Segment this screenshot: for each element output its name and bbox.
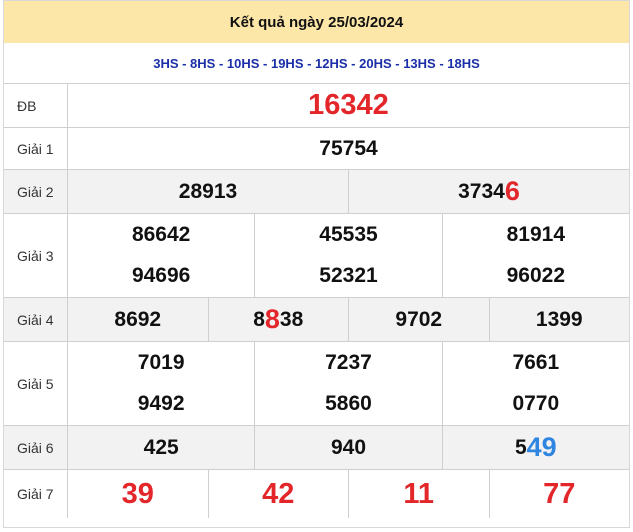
prize-number: 7661: [441, 342, 629, 384]
row-label: Giải 7: [4, 470, 68, 518]
number-rest: 38: [279, 307, 304, 331]
row-label: Giải 1: [4, 128, 68, 169]
number-highlight: 8: [264, 304, 280, 334]
row-prize-5: Giải 5 7019 7237 7661 9492 5860 0770: [4, 342, 629, 426]
row-prize-2: Giải 2 28913 3734 6: [4, 170, 629, 214]
station-codes: 3HS - 8HS - 10HS - 19HS - 12HS - 20HS - …: [4, 43, 629, 84]
prize-number: 940: [254, 426, 441, 469]
results-table: Kết quả ngày 25/03/2024 3HS - 8HS - 10HS…: [3, 0, 630, 528]
row-label: Giải 6: [4, 426, 68, 469]
prize-number: 8692: [114, 307, 162, 331]
special-prize-number: 16342: [308, 89, 389, 121]
prize-number: 42: [207, 470, 349, 518]
row-prize-6: Giải 6 425 940 5 49: [4, 426, 629, 470]
prize-number: 86642: [131, 222, 191, 246]
page-title: Kết quả ngày 25/03/2024: [4, 1, 629, 43]
prize-number: 45535: [254, 214, 441, 256]
row-label: Giải 3: [4, 214, 68, 297]
row-label: Giải 2: [4, 170, 68, 213]
prize-number: 77: [488, 470, 630, 518]
row-label: Giải 5: [4, 342, 68, 425]
row-prize-3: Giải 3 86642 45535 81914 94696 52321 960…: [4, 214, 629, 298]
row-label: ĐB: [4, 84, 68, 127]
prize-number: 5860: [254, 383, 441, 425]
row-special-prize: ĐB 16342: [4, 84, 629, 128]
prize-number: 9492: [137, 392, 185, 416]
number-main: 3734: [458, 179, 505, 203]
prize-number: 75754: [319, 136, 378, 160]
prize-number: 39: [121, 477, 154, 510]
number-highlight: 6: [504, 176, 520, 206]
prize-number: 52321: [254, 255, 441, 297]
prize-number: 11: [348, 470, 489, 518]
row-prize-4: Giải 4 8692 8 8 38 9702 1399: [4, 298, 629, 342]
number-main: 5: [514, 435, 527, 459]
prize-number: 8 8 38: [207, 298, 349, 341]
prize-number: 96022: [441, 255, 629, 297]
row-prize-1: Giải 1 75754: [4, 128, 629, 170]
prize-number: 94696: [131, 264, 191, 288]
row-prize-7: Giải 7 39 42 11 77: [4, 470, 629, 518]
prize-number: 5 49: [441, 426, 629, 469]
prize-number: 7019: [137, 350, 185, 374]
prize-number: 9702: [348, 298, 489, 341]
number-main: 8: [253, 307, 265, 331]
prize-number: 7237: [254, 342, 441, 384]
row-label: Giải 4: [4, 298, 68, 341]
prize-number: 0770: [441, 383, 629, 425]
prize-number: 81914: [441, 214, 629, 256]
prize-number: 28913: [68, 170, 348, 213]
prize-number: 425: [143, 435, 179, 459]
number-main: 28913: [178, 179, 238, 203]
number-highlight: 49: [526, 432, 557, 462]
prize-number: 1399: [488, 298, 630, 341]
prize-number: 3734 6: [348, 170, 629, 213]
